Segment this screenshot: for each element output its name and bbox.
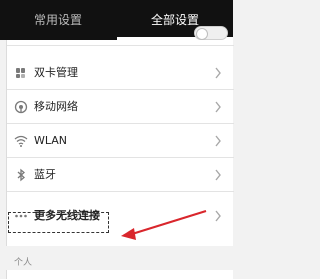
toggle-knob	[196, 28, 208, 40]
list-item-dual-sim[interactable]: 双卡管理	[7, 56, 234, 90]
chevron-right-icon	[215, 210, 221, 222]
list-item-label: 移动网络	[34, 100, 78, 113]
sim-card-icon	[14, 65, 28, 79]
section-header-personal: 个人	[14, 258, 33, 268]
list-item-label: 双卡管理	[34, 66, 78, 79]
list-item-label: 蓝牙	[34, 168, 56, 181]
list-item-label: WLAN	[34, 134, 68, 147]
list-item-wlan[interactable]: WLAN	[7, 124, 234, 158]
chevron-right-icon	[215, 101, 221, 113]
chevron-right-icon	[215, 135, 221, 147]
wifi-icon	[14, 133, 28, 147]
chevron-right-icon	[215, 67, 221, 79]
list-item-mobile-network[interactable]: 移动网络	[7, 90, 234, 124]
cut-off-row[interactable]	[7, 26, 234, 46]
list-item-bluetooth[interactable]: 蓝牙	[7, 158, 234, 192]
highlight-box	[8, 212, 109, 233]
toggle-switch[interactable]	[194, 26, 228, 40]
mobile-network-icon	[14, 99, 28, 114]
personal-settings-list	[6, 270, 233, 279]
chevron-right-icon	[215, 169, 221, 181]
bluetooth-icon	[14, 167, 28, 182]
